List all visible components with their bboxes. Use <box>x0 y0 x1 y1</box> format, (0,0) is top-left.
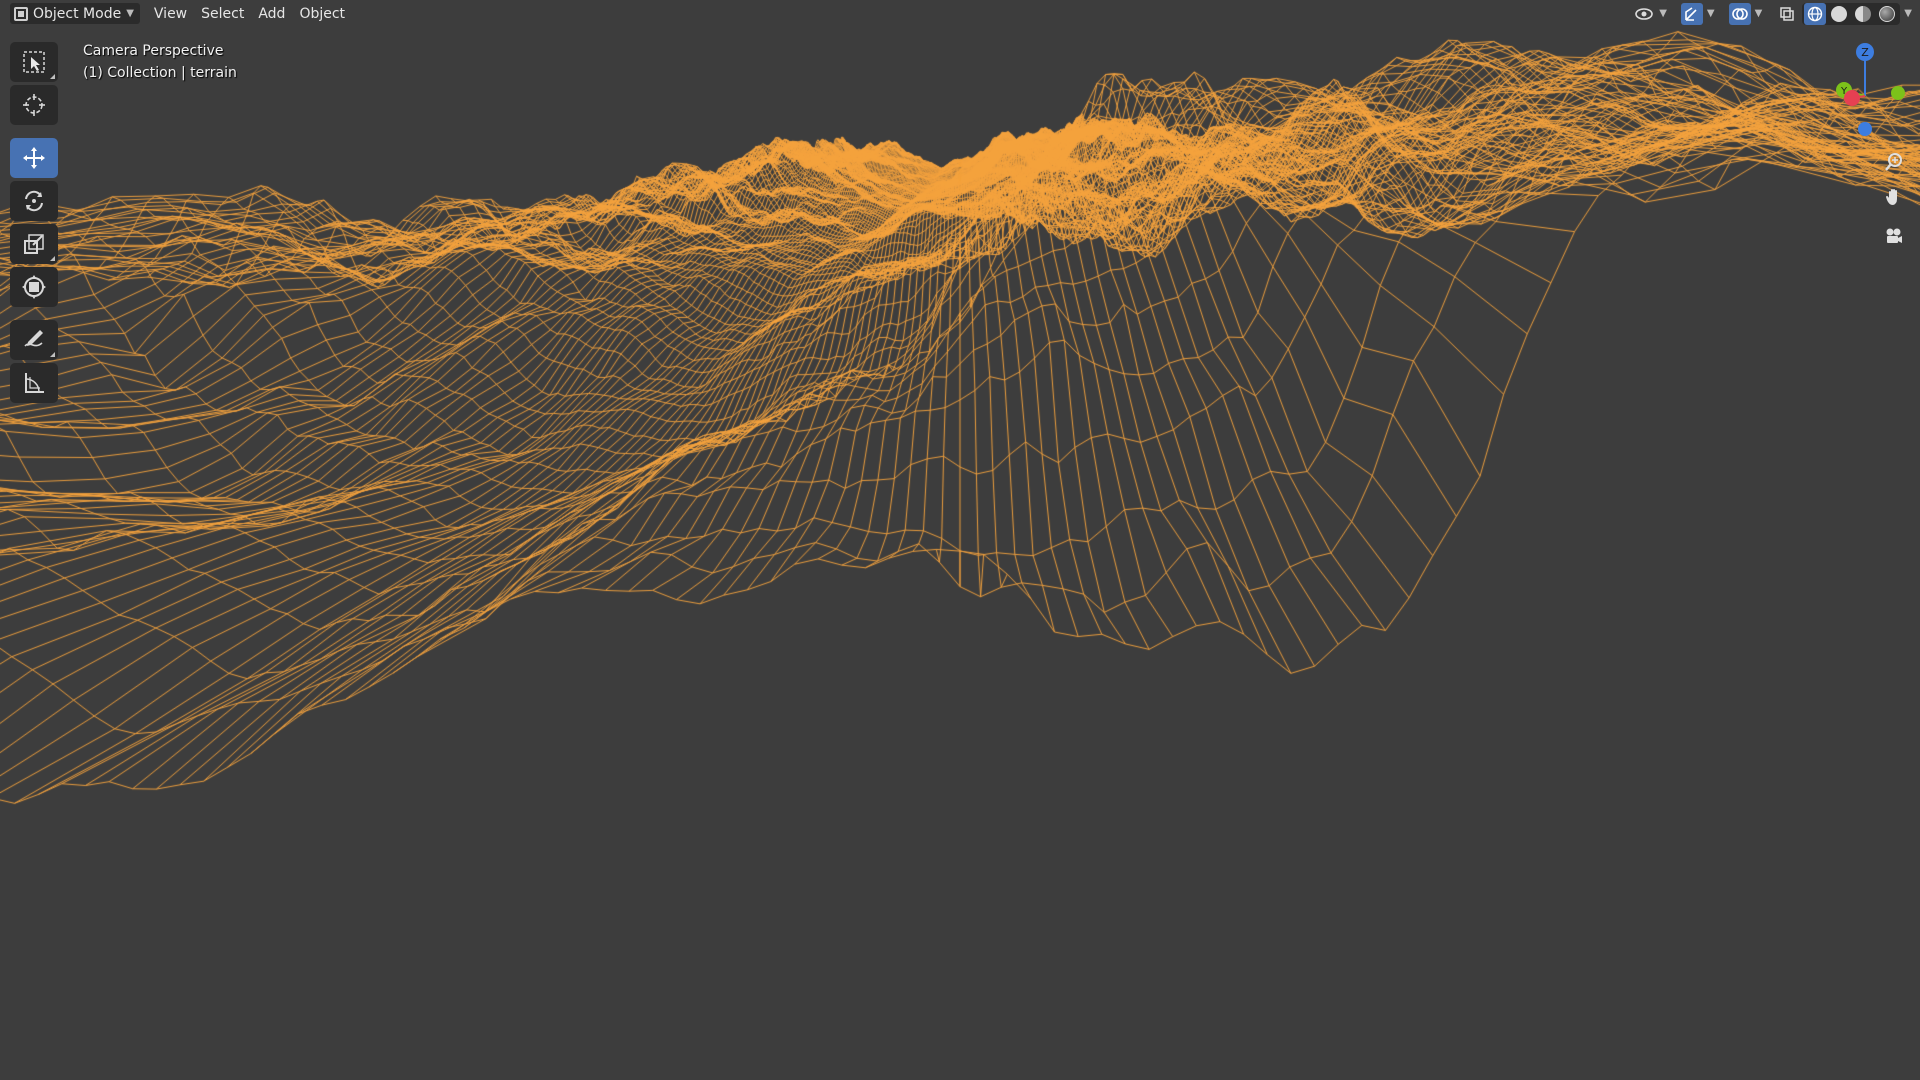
gizmo-toggle-icon[interactable] <box>1680 2 1703 25</box>
transform-icon <box>22 275 46 299</box>
overlays-toggle-icon[interactable] <box>1728 2 1751 25</box>
measure-ruler-icon <box>25 373 44 393</box>
solid-shading-icon[interactable] <box>1828 3 1850 25</box>
cursor-tool[interactable] <box>10 85 58 125</box>
header-right-controls: ▼ ▼ ▼ ▼ <box>1633 2 1912 25</box>
terrain-wireframe <box>0 0 1920 1080</box>
collection-object-info: (1) Collection | terrain <box>83 65 237 81</box>
viewport-header: Object Mode ▼ View Select Add Object ▼ ▼… <box>0 0 1920 27</box>
chevron-down-icon: ▼ <box>126 8 134 19</box>
menu-view[interactable]: View <box>148 4 193 24</box>
viewport-info: Camera Perspective (1) Collection | terr… <box>83 40 237 84</box>
menu-add[interactable]: Add <box>252 4 291 24</box>
move-tool[interactable] <box>10 138 58 178</box>
menu-object[interactable]: Object <box>293 4 351 24</box>
rendered-shading-icon[interactable] <box>1876 3 1898 25</box>
view-name: Camera Perspective <box>83 43 224 59</box>
tool-shelf <box>10 42 62 406</box>
scale-tool[interactable] <box>10 224 58 264</box>
menu-select[interactable]: Select <box>195 4 250 24</box>
gizmo-z-label: Z <box>1861 46 1869 59</box>
wireframe-shading-icon[interactable] <box>1804 2 1827 25</box>
object-mode-icon <box>14 6 28 21</box>
pan-hand-icon[interactable] <box>1880 183 1908 211</box>
chevron-down-icon[interactable]: ▼ <box>1755 8 1763 19</box>
navigation-gizmo[interactable]: Z Y <box>1780 38 1920 148</box>
move-icon <box>23 147 45 169</box>
xray-toggle-icon[interactable] <box>1776 3 1798 25</box>
mode-dropdown[interactable]: Object Mode ▼ <box>10 3 140 24</box>
chevron-down-icon[interactable]: ▼ <box>1707 8 1715 19</box>
material-shading-icon[interactable] <box>1852 3 1874 25</box>
select-box-tool[interactable] <box>10 42 58 82</box>
mode-label: Object Mode <box>33 5 122 22</box>
shading-mode-group <box>1802 2 1901 25</box>
camera-view-icon[interactable] <box>1880 222 1908 250</box>
3d-viewport[interactable] <box>0 0 1920 1080</box>
annotate-tool[interactable] <box>10 320 58 360</box>
transform-tool[interactable] <box>10 267 58 307</box>
visibility-eye-icon[interactable] <box>1633 3 1655 25</box>
rotate-icon <box>25 190 43 212</box>
rotate-tool[interactable] <box>10 181 58 221</box>
measure-tool[interactable] <box>10 363 58 403</box>
gizmo-y-label: Y <box>1840 86 1848 97</box>
annotate-pencil-icon <box>24 330 43 347</box>
select-box-icon <box>23 51 45 73</box>
zoom-magnifier-icon[interactable] <box>1880 148 1908 176</box>
chevron-down-icon[interactable]: ▼ <box>1904 8 1912 19</box>
scale-icon <box>24 234 44 254</box>
cursor-icon <box>23 94 45 116</box>
chevron-down-icon[interactable]: ▼ <box>1659 8 1667 19</box>
